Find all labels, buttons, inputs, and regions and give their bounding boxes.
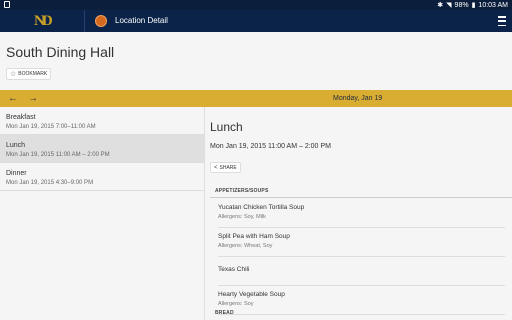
dish-name: Yucatan Chicken Tortilla Soup — [218, 204, 305, 211]
dish-allergens: Allergens: Soy — [218, 301, 254, 307]
share-icon: < — [214, 164, 218, 171]
dish-item[interactable]: Texas Chili — [218, 257, 505, 286]
date-bar: ← → Monday, Jan 19 — [0, 90, 512, 107]
meal-detail-time: Mon Jan 19, 2015 11:00 AM – 2:00 PM — [210, 143, 331, 150]
arrow-left-icon[interactable]: ← — [8, 90, 18, 107]
dining-app-icon — [95, 15, 107, 27]
app-bar-divider — [84, 10, 85, 32]
battery-icon: ▮ — [471, 2, 476, 9]
app-bar: ND Location Detail — [0, 10, 512, 32]
location-title: South Dining Hall — [6, 44, 115, 60]
share-button[interactable]: < SHARE — [210, 162, 241, 173]
meal-time: Mon Jan 19, 2015 4:30–9:00 PM — [6, 180, 94, 186]
selected-date: Monday, Jan 19 — [333, 95, 383, 102]
section-header: BREAD — [215, 310, 234, 316]
meal-time: Mon Jan 19, 2015 11:00 AM – 2:00 PM — [6, 152, 110, 158]
clock: 10:03 AM — [478, 1, 508, 9]
star-icon: ☆ — [10, 71, 17, 78]
status-bar: ✱ ◥ 98% ▮ 10:03 AM — [0, 0, 512, 10]
dish-allergens: Allergens: Wheat, Soy — [218, 243, 273, 249]
meal-list: Breakfast Mon Jan 19, 2015 7:00–11:00 AM… — [0, 107, 205, 320]
nd-logo[interactable]: ND — [34, 12, 53, 30]
wifi-icon: ◥ — [446, 2, 452, 9]
meal-time: Mon Jan 19, 2015 7:00–11:00 AM — [6, 124, 96, 130]
arrow-right-icon[interactable]: → — [28, 90, 38, 107]
notification-icon — [4, 1, 10, 8]
dish-name: Hearty Vegetable Soup — [218, 291, 285, 298]
meal-item-dinner[interactable]: Dinner Mon Jan 19, 2015 4:30–9:00 PM — [0, 163, 205, 191]
meal-name: Breakfast — [6, 114, 36, 121]
dish-item[interactable]: Hearty Vegetable Soup Allergens: Soy — [218, 286, 505, 315]
bluetooth-icon: ✱ — [437, 2, 444, 9]
dish-name: Texas Chili — [218, 266, 250, 273]
battery-level: 98% — [454, 1, 469, 9]
location-header: South Dining Hall — [0, 32, 512, 90]
meal-name: Lunch — [6, 142, 26, 149]
meal-detail-title: Lunch — [210, 120, 243, 134]
dish-allergens: Allergens: Soy, Milk — [218, 214, 266, 220]
dish-name: Split Pea with Ham Soup — [218, 233, 290, 240]
bookmark-button[interactable]: ☆ BOOKMARK — [6, 68, 52, 80]
page-title: Location Detail — [115, 16, 168, 25]
meal-detail: Lunch Mon Jan 19, 2015 11:00 AM – 2:00 P… — [206, 107, 512, 320]
section-divider — [210, 197, 512, 198]
share-label: SHARE — [219, 164, 237, 171]
meal-item-lunch[interactable]: Lunch Mon Jan 19, 2015 11:00 AM – 2:00 P… — [0, 135, 205, 163]
dish-item[interactable]: Split Pea with Ham Soup Allergens: Wheat… — [218, 228, 505, 257]
dish-item[interactable]: Yucatan Chicken Tortilla Soup Allergens:… — [218, 199, 505, 228]
meal-item-breakfast[interactable]: Breakfast Mon Jan 19, 2015 7:00–11:00 AM — [0, 107, 205, 135]
bookmark-label: BOOKMARK — [18, 71, 48, 77]
hamburger-icon[interactable] — [498, 16, 506, 26]
section-header: APPETIZERS/SOUPS — [215, 188, 269, 194]
meal-name: Dinner — [6, 170, 27, 177]
